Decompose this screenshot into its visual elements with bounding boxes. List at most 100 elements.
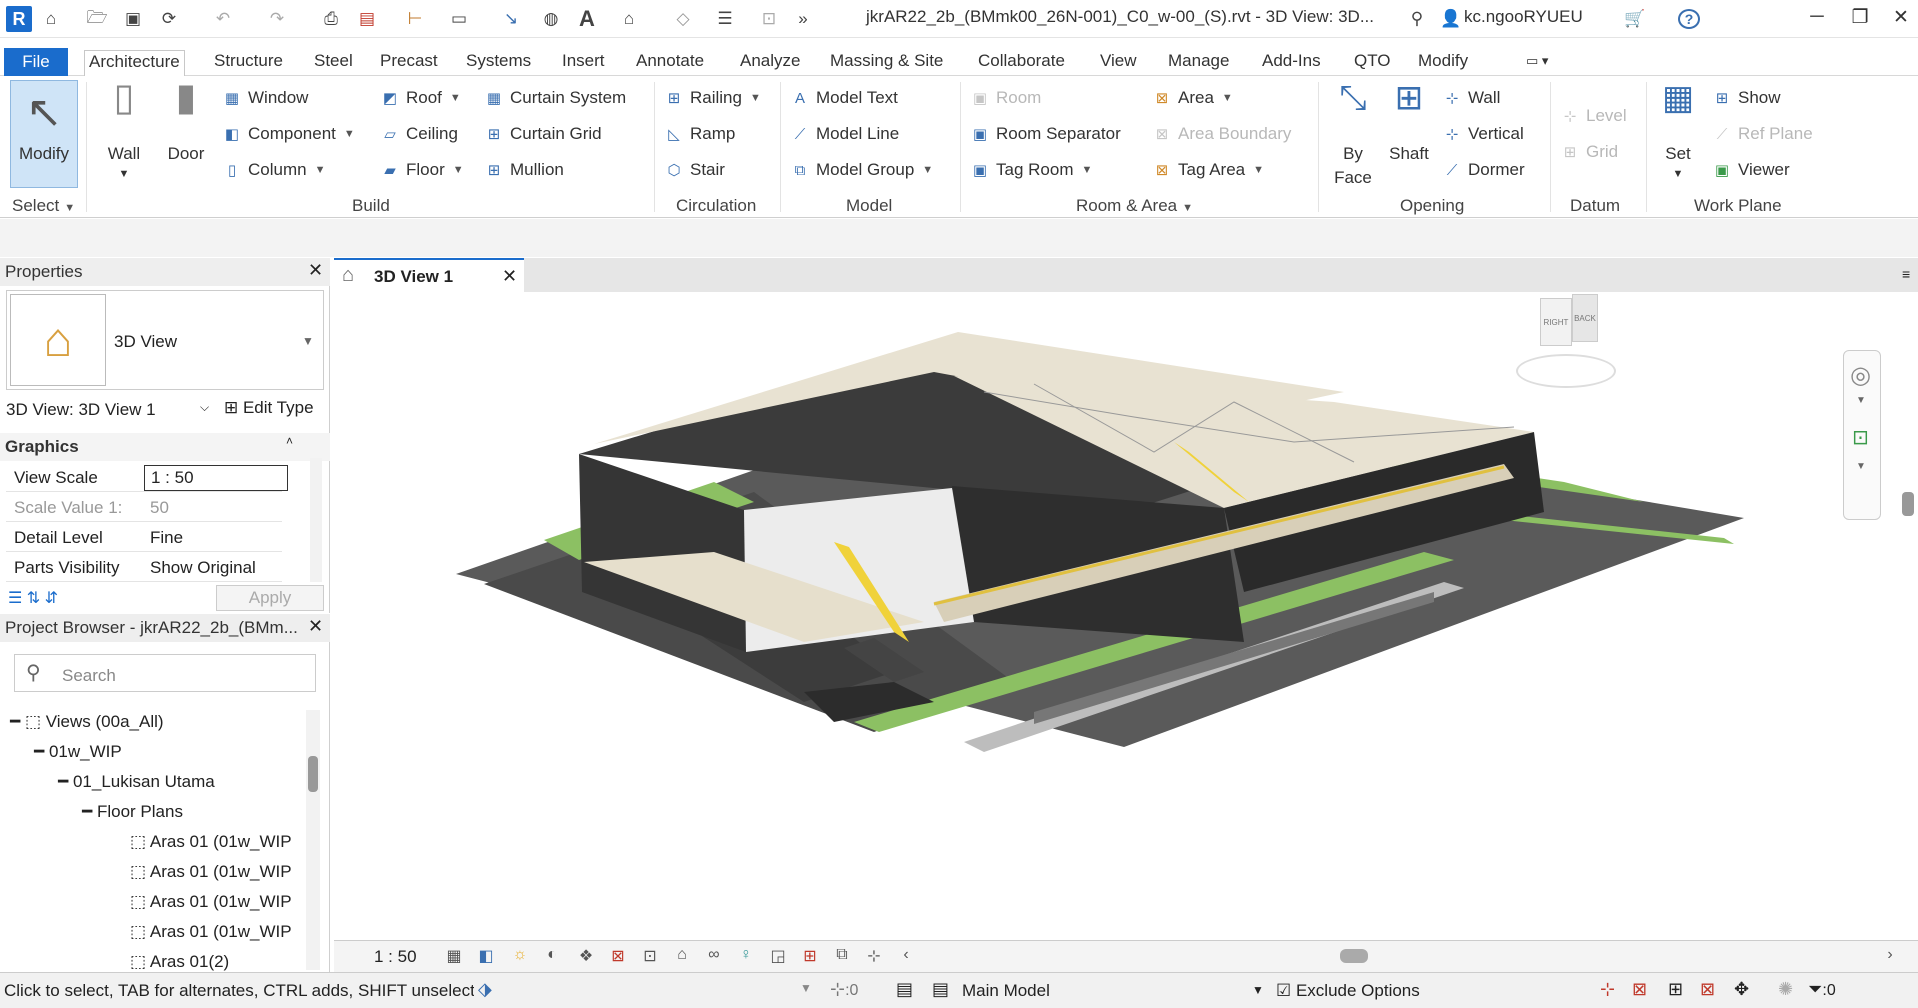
- binoculars-icon[interactable]: ⚲: [1406, 9, 1428, 29]
- sync-icon[interactable]: ⟳: [158, 9, 180, 29]
- close-view-icon[interactable]: ✕: [502, 266, 517, 287]
- model-selector[interactable]: Main Model: [962, 981, 1272, 1001]
- restore-icon[interactable]: ❐: [1845, 6, 1875, 32]
- worksharing-icon[interactable]: ◲: [766, 946, 790, 968]
- tab-manage[interactable]: Manage: [1164, 50, 1233, 77]
- tab-qto[interactable]: QTO: [1350, 50, 1395, 77]
- tree-item-plan[interactable]: ⬚ Aras 01 (01w_WIP: [130, 892, 292, 912]
- area-button[interactable]: ⊠ Area ▼: [1152, 88, 1233, 108]
- wheel-dropdown-icon[interactable]: ▼: [1856, 395, 1866, 406]
- dormer-button[interactable]: ⟋ Dormer: [1442, 160, 1525, 180]
- vertical-scroll-thumb[interactable]: [1902, 492, 1914, 516]
- collapse-icon[interactable]: ˄: [286, 434, 293, 448]
- tag-area-button[interactable]: ⊠ Tag Area ▼: [1152, 160, 1264, 180]
- user-name[interactable]: kc.ngooRYUEU: [1464, 7, 1583, 27]
- tree-item-plan[interactable]: ⬚ Aras 01(2): [130, 952, 229, 972]
- thin-lines-icon[interactable]: ☰: [714, 9, 736, 29]
- view-scale-button[interactable]: 1 : 50: [374, 947, 417, 967]
- select-underlay-icon[interactable]: ⊠: [1632, 979, 1647, 1000]
- render-icon[interactable]: ❖: [574, 946, 598, 968]
- text-icon[interactable]: A: [576, 6, 598, 31]
- view-tab-3d-view-1[interactable]: ⌂ 3D View 1 ✕: [334, 258, 524, 292]
- model-text-button[interactable]: A Model Text: [790, 88, 898, 108]
- tree-item-plan[interactable]: ⬚ Aras 01 (01w_WIP: [130, 832, 292, 852]
- background-processes-icon[interactable]: ✺: [1778, 979, 1793, 1000]
- tree-item-views[interactable]: ━ ⬚ Views (00a_All): [10, 712, 164, 732]
- type-dropdown-icon[interactable]: ▼: [302, 334, 314, 348]
- set-dropdown-icon[interactable]: ▼: [1652, 162, 1704, 186]
- floor-button[interactable]: ▰ Floor ▼: [380, 160, 463, 180]
- instance-dropdown-icon[interactable]: ⌵: [200, 400, 209, 415]
- default-3d-icon[interactable]: ⌂: [618, 9, 640, 29]
- filter-icon[interactable]: ⏷:0: [1808, 979, 1836, 1000]
- navigation-bar[interactable]: ◎ ▼ ⊡ ▼: [1843, 350, 1881, 520]
- close-browser-icon[interactable]: ✕: [308, 616, 323, 637]
- graphics-section[interactable]: Graphics: [0, 433, 330, 461]
- mullion-button[interactable]: ⊞ Mullion: [484, 160, 564, 180]
- align-icon[interactable]: ⊢: [404, 9, 426, 29]
- ref-plane-button[interactable]: ⟋ Ref Plane: [1712, 124, 1813, 144]
- dimension-icon[interactable]: ↘: [500, 9, 522, 29]
- drag-elements-icon[interactable]: ✥: [1734, 979, 1749, 1000]
- room-area-group-label[interactable]: Room & Area ▼: [1076, 196, 1193, 216]
- curtain-system-button[interactable]: ▦ Curtain System: [484, 88, 626, 108]
- view-scale-input[interactable]: 1 : 50: [144, 465, 288, 491]
- select-pinned-icon[interactable]: ⊞: [1668, 979, 1683, 1000]
- shadows-icon[interactable]: ◐: [540, 946, 564, 968]
- horizontal-scroll-thumb[interactable]: [1340, 949, 1368, 963]
- crop-view-icon[interactable]: ⊠: [606, 946, 630, 968]
- steering-wheel-icon[interactable]: ◎: [1850, 361, 1871, 390]
- tab-structure[interactable]: Structure: [210, 50, 287, 77]
- worksets-dropdown-icon[interactable]: ▼: [800, 981, 812, 995]
- model-group-button[interactable]: ⧉ Model Group ▼: [790, 160, 934, 180]
- select-links-icon[interactable]: ⊹: [1600, 979, 1615, 1000]
- prop-row-detail-level[interactable]: Detail Level Fine: [6, 523, 282, 552]
- reveal-hidden-icon[interactable]: ♀: [734, 946, 758, 968]
- instance-selector[interactable]: 3D View: 3D View 1: [6, 400, 216, 420]
- tab-steel[interactable]: Steel: [310, 50, 357, 77]
- model-dropdown-icon[interactable]: ▼: [1252, 983, 1264, 997]
- revit-logo[interactable]: R: [6, 6, 32, 32]
- more-icon[interactable]: »: [792, 9, 814, 29]
- section-icon[interactable]: ◇: [672, 9, 694, 29]
- home-icon[interactable]: ⌂: [40, 9, 62, 29]
- detail-level-icon[interactable]: ▦: [442, 946, 466, 968]
- room-button[interactable]: ▣ Room: [970, 88, 1041, 108]
- ramp-button[interactable]: ◺ Ramp: [664, 124, 735, 144]
- apply-button[interactable]: Apply: [216, 585, 324, 611]
- temp-hide-icon[interactable]: ∞: [702, 946, 726, 968]
- wall-dropdown-icon[interactable]: ▼: [96, 162, 152, 186]
- roof-button[interactable]: ◩ Roof ▼: [380, 88, 461, 108]
- help-icon[interactable]: ?: [1678, 9, 1700, 29]
- wall-opening-button[interactable]: ⊹ Wall: [1442, 88, 1501, 108]
- select-group-label[interactable]: Select ▼: [12, 196, 75, 216]
- tree-item-floor-plans[interactable]: ━ Floor Plans: [82, 802, 183, 822]
- exclude-options-checkbox[interactable]: ☑ Exclude Options: [1276, 981, 1420, 1001]
- column-button[interactable]: ▯ Column ▼: [222, 160, 326, 180]
- export-icon[interactable]: ▤: [356, 9, 378, 29]
- redo-icon[interactable]: ↷: [266, 9, 288, 29]
- viewer-button[interactable]: ▣ Viewer: [1712, 160, 1790, 180]
- 3d-viewport[interactable]: RIGHT BACK ◎ ▼ ⊡ ▼: [334, 292, 1918, 940]
- tab-list-icon[interactable]: ≡: [1902, 266, 1910, 282]
- panel-options-icon[interactable]: ▭ ▾: [1522, 50, 1552, 77]
- tree-item-lukisan-utama[interactable]: ━ 01_Lukisan Utama: [58, 772, 215, 792]
- reveal-constraints-icon[interactable]: ⊹: [862, 946, 886, 968]
- prop-row-parts-visibility[interactable]: Parts Visibility Show Original: [6, 553, 282, 582]
- cart-icon[interactable]: 🛒: [1624, 9, 1646, 29]
- grid-button[interactable]: ⊞ Grid: [1560, 142, 1618, 162]
- tree-item-plan[interactable]: ⬚ Aras 01 (01w_WIP: [130, 922, 292, 942]
- close-properties-icon[interactable]: ✕: [308, 260, 323, 281]
- tab-add-ins[interactable]: Add-Ins: [1258, 50, 1325, 77]
- analytical-model-icon[interactable]: ⊞: [798, 946, 822, 968]
- tab-insert[interactable]: Insert: [558, 50, 609, 77]
- show-button[interactable]: ⊞ Show: [1712, 88, 1781, 108]
- tab-annotate[interactable]: Annotate: [632, 50, 708, 77]
- open-icon[interactable]: 🗁: [86, 8, 108, 29]
- measure-icon[interactable]: ▭: [448, 9, 470, 29]
- vertical-opening-button[interactable]: ⊹ Vertical: [1442, 124, 1524, 144]
- show-crop-icon[interactable]: ⊡: [638, 946, 662, 968]
- sort-icons[interactable]: ☰ ⇅ ⇵: [8, 588, 58, 608]
- undo-icon[interactable]: ↶: [212, 9, 234, 29]
- editing-requests-icon[interactable]: ⊹:0: [830, 979, 858, 1000]
